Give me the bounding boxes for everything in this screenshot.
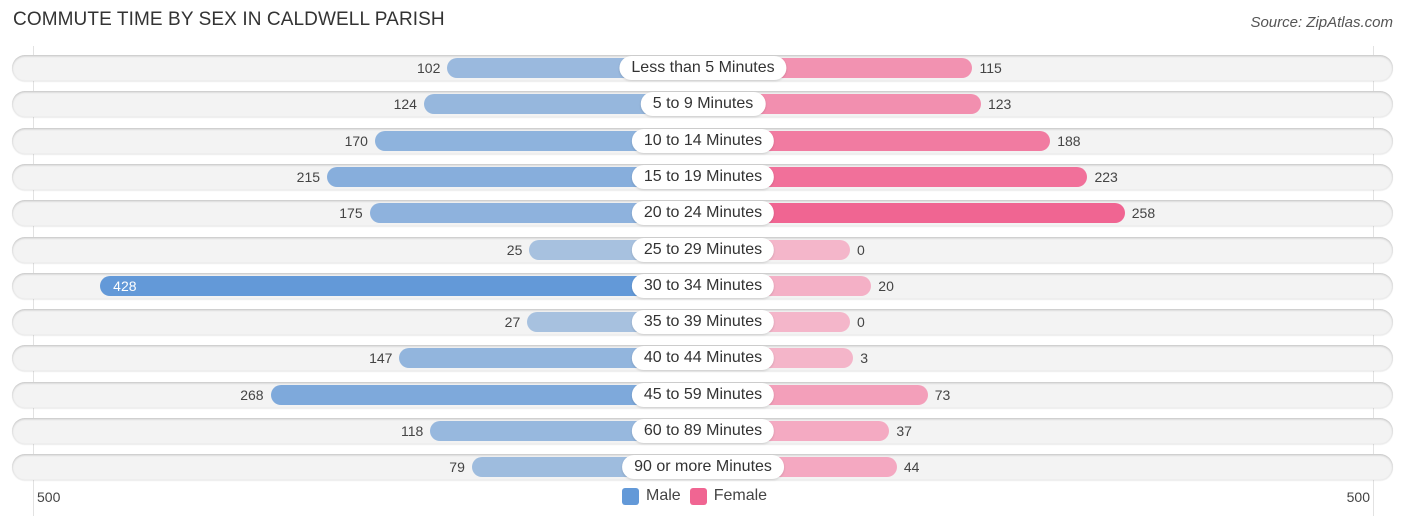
value-label-male: 79: [449, 459, 465, 476]
value-label-female: 258: [1131, 205, 1156, 222]
value-label-male: 268: [240, 386, 264, 403]
axis-label-right: 500: [1346, 489, 1370, 505]
value-label-female: 37: [896, 423, 912, 439]
category-label: 40 to 44 Minutes: [631, 346, 775, 371]
value-label-male: 27: [504, 314, 521, 331]
legend-item-male[interactable]: Male: [622, 487, 681, 505]
value-label-male: 25: [506, 241, 523, 258]
value-label-female: 0: [857, 314, 865, 331]
value-label-female: 3: [860, 350, 868, 367]
category-label: 20 to 24 Minutes: [631, 201, 775, 226]
value-label-female: 188: [1057, 132, 1081, 149]
axis-label-left: 500: [37, 489, 61, 505]
value-label-female: 0: [857, 241, 865, 258]
category-label: Less than 5 Minutes: [619, 56, 787, 80]
value-label-male: 118: [401, 423, 424, 439]
legend-item-female[interactable]: Female: [689, 487, 768, 505]
value-label-female: 44: [903, 459, 920, 476]
legend: Male Female: [622, 487, 776, 505]
value-label-female: 223: [1094, 168, 1118, 185]
value-label-male: 102: [417, 60, 441, 76]
legend-label-female: Female: [713, 487, 768, 504]
legend-swatch-female: [689, 487, 707, 505]
value-label-male: 428: [113, 277, 137, 294]
category-label: 15 to 19 Minutes: [631, 164, 775, 189]
category-label: 35 to 39 Minutes: [631, 310, 775, 335]
category-label: 30 to 34 Minutes: [631, 273, 775, 298]
value-label-male: 124: [393, 96, 417, 113]
value-label-male: 170: [344, 132, 368, 149]
category-label: 60 to 89 Minutes: [631, 419, 775, 443]
bar-male[interactable]: [100, 275, 703, 296]
category-label: 90 or more Minutes: [622, 455, 784, 480]
category-label: 45 to 59 Minutes: [631, 382, 775, 407]
legend-label-male: Male: [646, 487, 681, 504]
value-label-male: 147: [369, 350, 393, 367]
value-label-male: 215: [296, 168, 321, 185]
legend-swatch-male: [622, 487, 639, 505]
value-label-female: 73: [934, 386, 951, 403]
value-label-female: 123: [987, 96, 1012, 113]
category-label: 10 to 14 Minutes: [631, 128, 775, 153]
source-label: Source: ZipAtlas.com: [1250, 14, 1393, 31]
value-label-female: 115: [979, 60, 1002, 76]
value-label-male: 175: [339, 205, 363, 222]
category-label: 5 to 9 Minutes: [640, 92, 766, 117]
chart-title: COMMUTE TIME BY SEX IN CALDWELL PARISH: [13, 9, 445, 30]
value-label-female: 20: [878, 277, 894, 294]
category-label: 25 to 29 Minutes: [631, 237, 775, 262]
